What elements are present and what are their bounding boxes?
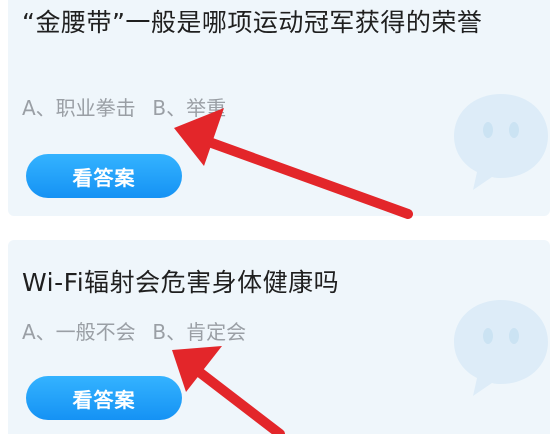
chat-bubble-mascot-icon	[454, 300, 548, 396]
quiz-page: “金腰带”一般是哪项运动冠军获得的荣誉 A、职业拳击 B、举重 看答案 Wi-F…	[0, 0, 550, 434]
chat-bubble-mascot-icon	[454, 94, 548, 190]
option-a[interactable]: A、一般不会	[22, 316, 146, 345]
option-a[interactable]: A、职业拳击	[22, 92, 146, 121]
option-b[interactable]: B、举重	[152, 92, 226, 121]
question-card: Wi-Fi辐射会危害身体健康吗 A、一般不会 B、肯定会 看答案	[8, 240, 550, 434]
question-text: “金腰带”一般是哪项运动冠军获得的荣誉	[22, 8, 483, 37]
question-card: “金腰带”一般是哪项运动冠军获得的荣誉 A、职业拳击 B、举重 看答案	[8, 0, 550, 216]
answer-options: A、职业拳击 B、举重	[22, 92, 226, 121]
view-answer-button[interactable]: 看答案	[26, 154, 182, 198]
option-b[interactable]: B、肯定会	[152, 316, 246, 345]
view-answer-button[interactable]: 看答案	[26, 376, 182, 420]
answer-options: A、一般不会 B、肯定会	[22, 316, 246, 345]
